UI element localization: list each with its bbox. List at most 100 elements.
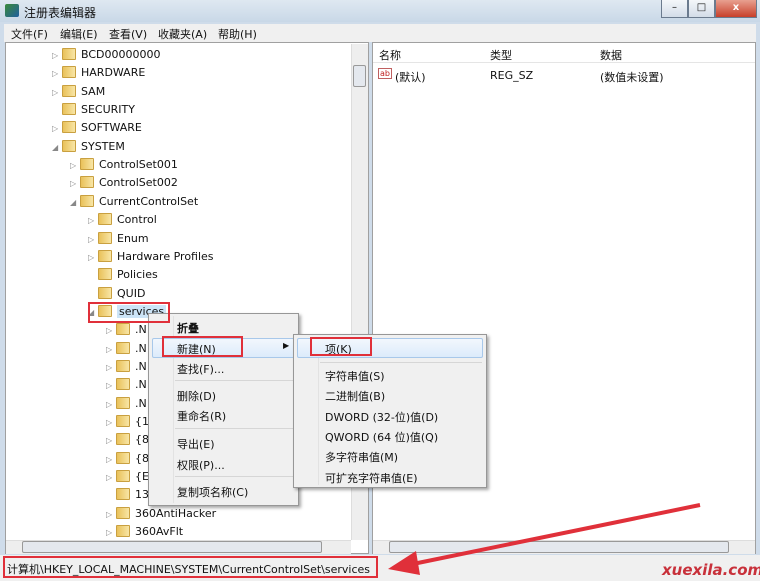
tree-node[interactable]: ▷ .N	[106, 358, 147, 376]
folder-icon	[116, 433, 130, 446]
tree-node[interactable]: QUID	[88, 285, 145, 303]
tree-node[interactable]: ▷ {E	[106, 468, 149, 486]
column-data[interactable]: 数据	[600, 47, 622, 63]
menu-file[interactable]: 文件(F)	[11, 26, 48, 42]
submenu-item-binary[interactable]: 二进制值(B)	[325, 388, 385, 404]
expander-icon[interactable]: ▷	[52, 84, 62, 102]
value-data: (数值未设置)	[600, 71, 664, 84]
tree-node[interactable]: ▷ ControlSet002	[70, 174, 178, 192]
annotation-box-key	[310, 337, 372, 356]
menu-bar: 文件(F) 编辑(E) 查看(V) 收藏夹(A) 帮助(H)	[4, 24, 756, 42]
submenu-item-dword[interactable]: DWORD (32-位)值(D)	[325, 409, 438, 425]
folder-icon	[62, 84, 76, 97]
tree-node[interactable]: ▷ Hardware Profiles	[88, 248, 214, 266]
expander-icon[interactable]: ▷	[106, 506, 116, 524]
tree-node[interactable]: ▷ SAM	[52, 83, 105, 101]
menu-item-copy-key-name[interactable]: 复制项名称(C)	[177, 484, 248, 500]
tree-node[interactable]: ▷ HARDWARE	[52, 64, 145, 82]
tree-node[interactable]: ▷ ControlSet001	[70, 156, 178, 174]
tree-scroll-thumb[interactable]	[353, 65, 366, 87]
tree-node[interactable]: ▷ {1	[106, 413, 149, 431]
expander-icon[interactable]: ▷	[106, 322, 116, 340]
tree-node[interactable]: 13	[106, 486, 149, 504]
tree-node-label: ControlSet002	[99, 176, 178, 190]
menu-view[interactable]: 查看(V)	[109, 26, 147, 42]
folder-icon	[62, 103, 76, 116]
expander-icon[interactable]: ▷	[88, 249, 98, 267]
folder-icon	[116, 506, 130, 519]
expander-icon[interactable]: ▷	[106, 414, 116, 432]
tree-node[interactable]: Policies	[88, 266, 158, 284]
maximize-button[interactable]: □	[688, 0, 715, 18]
folder-icon	[98, 213, 112, 226]
menu-favorites[interactable]: 收藏夹(A)	[158, 26, 207, 42]
folder-icon	[116, 341, 130, 354]
expander-icon[interactable]: ▷	[106, 451, 116, 469]
expander-icon[interactable]: ▷	[52, 120, 62, 138]
window-title: 注册表编辑器	[24, 6, 97, 20]
tree-node-label: {E	[135, 470, 149, 484]
tree-node-label: .N	[135, 359, 147, 373]
expander-icon[interactable]: ▷	[106, 469, 116, 487]
minimize-button[interactable]: –	[661, 0, 688, 18]
tree-node[interactable]: ▷ Enum	[88, 230, 149, 248]
tree-hscroll-thumb[interactable]	[22, 541, 322, 553]
expander-icon[interactable]: ▷	[106, 432, 116, 450]
menu-edit[interactable]: 编辑(E)	[60, 26, 98, 42]
tree-node[interactable]: ▷ .N	[106, 321, 147, 339]
tree-node-label: BCD00000000	[81, 48, 161, 61]
tree-node-label: .N	[135, 396, 147, 410]
folder-icon	[116, 488, 130, 501]
expander-icon[interactable]: ◢	[52, 139, 62, 157]
regedit-icon	[5, 4, 19, 17]
expander-icon[interactable]: ▷	[70, 175, 80, 193]
expander-icon[interactable]: ▷	[70, 157, 80, 175]
tree-node[interactable]: ▷ BCD00000000	[52, 46, 161, 64]
tree-horizontal-scrollbar[interactable]	[6, 540, 351, 554]
folder-icon	[62, 139, 76, 152]
tree-node-label: SECURITY	[81, 103, 135, 117]
menu-item-collapse[interactable]: 折叠	[177, 320, 199, 336]
annotation-box-new	[162, 336, 243, 357]
menu-help[interactable]: 帮助(H)	[218, 26, 257, 42]
submenu-item-multistring[interactable]: 多字符串值(M)	[325, 449, 398, 465]
expander-icon[interactable]: ◢	[70, 194, 80, 212]
tree-node[interactable]: ▷ {8	[106, 450, 149, 468]
expander-icon[interactable]: ▷	[88, 212, 98, 230]
tree-node[interactable]: ▷ Control	[88, 211, 157, 229]
expander-icon[interactable]: ▷	[106, 396, 116, 414]
column-name[interactable]: 名称	[379, 47, 401, 63]
tree-node[interactable]: ◢ CurrentControlSet	[70, 193, 198, 211]
menu-item-find[interactable]: 查找(F)...	[177, 361, 224, 377]
tree-node[interactable]: ▷ 360AvFlt	[106, 523, 183, 541]
folder-icon	[116, 415, 130, 427]
tree-node[interactable]: ▷ {8	[106, 431, 149, 449]
tree-node-label: SAM	[81, 84, 106, 98]
tree-node[interactable]: ▷ 360AntiHacker	[106, 505, 216, 523]
watermark: xuexila.com	[662, 561, 760, 579]
tree-node[interactable]: ▷ .N	[106, 340, 147, 358]
expander-icon[interactable]: ▷	[52, 65, 62, 83]
menu-item-permissions[interactable]: 权限(P)...	[177, 457, 225, 473]
menu-item-export[interactable]: 导出(E)	[177, 436, 215, 452]
expander-icon[interactable]: ▷	[52, 47, 62, 65]
expander-icon[interactable]: ▷	[106, 377, 116, 395]
column-type[interactable]: 类型	[490, 47, 512, 63]
tree-node[interactable]: ◢ SYSTEM	[52, 138, 125, 156]
submenu-item-qword[interactable]: QWORD (64 位)值(Q)	[325, 429, 438, 445]
tree-node[interactable]: ▷ .N	[106, 376, 147, 394]
expander-icon[interactable]: ▷	[106, 359, 116, 377]
submenu-item-expandable-string[interactable]: 可扩充字符串值(E)	[325, 470, 418, 486]
expander-icon[interactable]: ▷	[88, 231, 98, 249]
annotation-box-status	[3, 556, 378, 578]
tree-node[interactable]: ▷ SOFTWARE	[52, 119, 142, 137]
menu-item-rename[interactable]: 重命名(R)	[177, 408, 226, 424]
tree-node[interactable]: SECURITY	[52, 101, 135, 119]
list-row[interactable]: ab (默认) REG_SZ (数值未设置)	[373, 67, 753, 85]
close-button[interactable]: x	[715, 0, 757, 18]
expander-icon[interactable]: ▷	[106, 341, 116, 359]
folder-icon	[80, 194, 94, 207]
submenu-item-string[interactable]: 字符串值(S)	[325, 368, 385, 384]
tree-node[interactable]: ▷ .N	[106, 395, 147, 413]
menu-item-delete[interactable]: 删除(D)	[177, 388, 216, 404]
